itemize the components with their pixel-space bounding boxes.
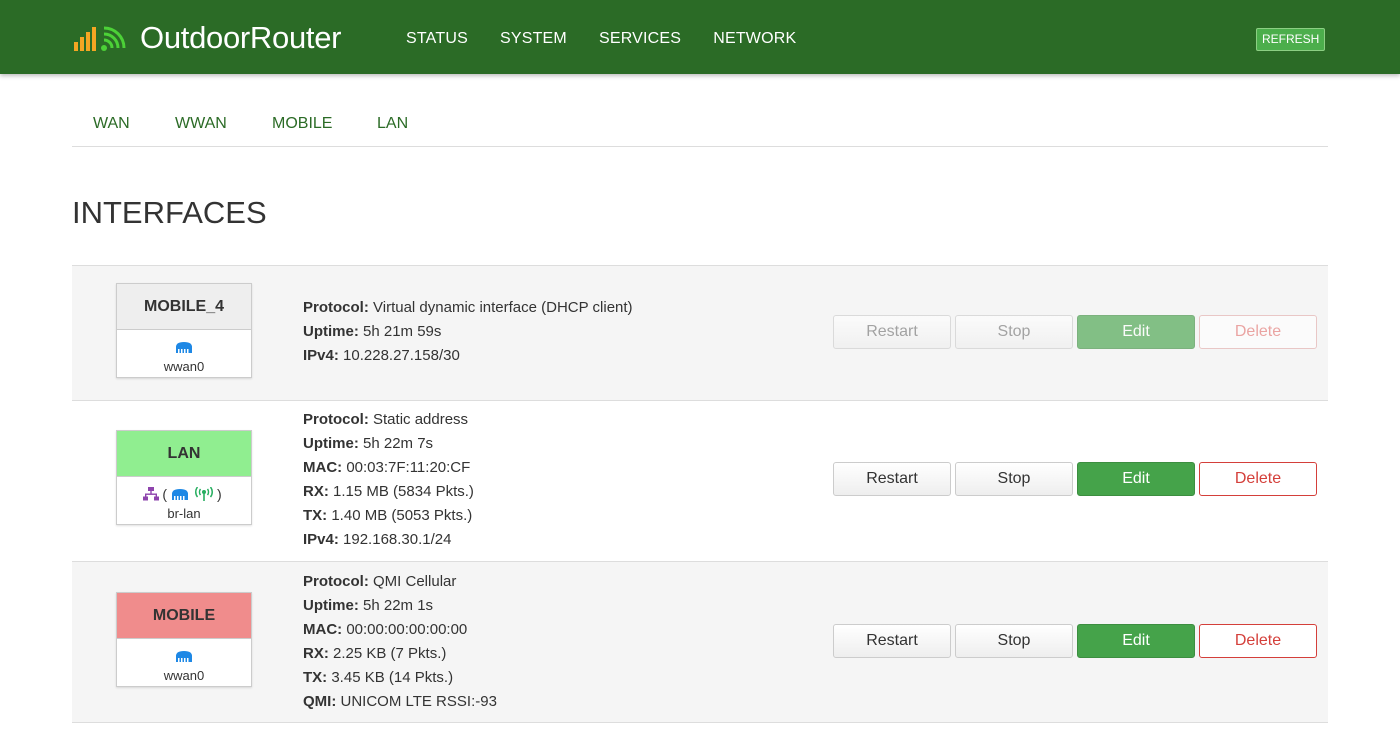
wifi-icon xyxy=(195,487,213,501)
info-line-protocol: Protocol: Static address xyxy=(303,411,469,428)
interface-info: Protocol: Virtual dynamic interface (DHC… xyxy=(303,296,633,368)
restart-button[interactable]: Restart xyxy=(833,624,951,658)
info-line-uptime: Uptime: 5h 21m 59s xyxy=(303,323,442,340)
ethernet-icon xyxy=(176,651,192,662)
top-navbar: OutdoorRouter STATUS SYSTEM SERVICES NET… xyxy=(0,0,1400,74)
stop-button[interactable]: Stop xyxy=(955,462,1073,496)
info-line-ipv4: IPv4: 192.168.30.1/24 xyxy=(303,531,452,548)
interface-device: wwan0 xyxy=(163,359,205,374)
info-line-rx: RX: 1.15 MB (5834 Pkts.) xyxy=(303,483,474,500)
edit-button[interactable]: Edit xyxy=(1077,315,1195,349)
interface-actions: Restart Stop Edit Delete xyxy=(833,624,1321,658)
page-title: INTERFACES xyxy=(72,195,267,230)
sub-nav-tabs: WAN WWAN MOBILE LAN xyxy=(72,108,1328,147)
interface-device: br-lan xyxy=(167,506,201,521)
edit-button[interactable]: Edit xyxy=(1077,624,1195,658)
brand[interactable]: OutdoorRouter xyxy=(72,18,341,58)
stop-button[interactable]: Stop xyxy=(955,315,1073,349)
interface-info: Protocol: QMI Cellular Uptime: 5h 22m 1s… xyxy=(303,570,497,714)
info-line-tx: TX: 3.45 KB (14 Pkts.) xyxy=(303,669,454,686)
info-line-protocol: Protocol: Virtual dynamic interface (DHC… xyxy=(303,299,633,316)
info-line-mac: MAC: 00:03:7F:11:20:CF xyxy=(303,459,471,476)
signal-wifi-logo-icon xyxy=(74,26,126,51)
bridge-close-paren: ) xyxy=(217,486,222,502)
bridge-open-paren: ( xyxy=(162,486,167,502)
info-line-qmi: QMI: UNICOM LTE RSSI:-93 xyxy=(303,693,497,710)
interface-actions: Restart Stop Edit Delete xyxy=(833,315,1321,349)
info-line-ipv4: IPv4: 10.228.27.158/30 xyxy=(303,347,460,364)
tab-wwan[interactable]: WWAN xyxy=(175,115,227,133)
interface-row-lan: LAN () br-lan Protocol: Static address … xyxy=(72,400,1328,561)
delete-button[interactable]: Delete xyxy=(1199,315,1317,349)
interface-badge: LAN () br-lan xyxy=(116,430,252,525)
tab-mobile[interactable]: MOBILE xyxy=(272,115,332,133)
nav-status[interactable]: STATUS xyxy=(406,30,468,48)
table-bottom-border xyxy=(72,722,1328,723)
interface-row-mobile: MOBILE wwan0 Protocol: QMI Cellular Upti… xyxy=(72,561,1328,722)
delete-button[interactable]: Delete xyxy=(1199,462,1317,496)
brand-name: OutdoorRouter xyxy=(140,20,342,55)
interface-name: MOBILE xyxy=(117,593,251,639)
stop-button[interactable]: Stop xyxy=(955,624,1073,658)
info-line-uptime: Uptime: 5h 22m 7s xyxy=(303,435,434,452)
interface-device: wwan0 xyxy=(163,668,205,683)
info-line-tx: TX: 1.40 MB (5053 Pkts.) xyxy=(303,507,473,524)
delete-button[interactable]: Delete xyxy=(1199,624,1317,658)
nav-network[interactable]: NETWORK xyxy=(713,30,796,48)
nav-system[interactable]: SYSTEM xyxy=(500,30,567,48)
interface-actions: Restart Stop Edit Delete xyxy=(833,462,1321,496)
restart-button[interactable]: Restart xyxy=(833,315,951,349)
interface-badge: MOBILE wwan0 xyxy=(116,592,252,687)
info-line-uptime: Uptime: 5h 22m 1s xyxy=(303,597,434,614)
interface-name: MOBILE_4 xyxy=(117,284,251,330)
tab-wan[interactable]: WAN xyxy=(93,115,130,133)
ethernet-icon xyxy=(172,489,188,500)
info-line-protocol: Protocol: QMI Cellular xyxy=(303,573,457,590)
interface-info: Protocol: Static address Uptime: 5h 22m … xyxy=(303,408,474,552)
info-line-rx: RX: 2.25 KB (7 Pkts.) xyxy=(303,645,447,662)
interface-badge: MOBILE_4 wwan0 xyxy=(116,283,252,378)
refresh-button[interactable]: REFRESH xyxy=(1256,28,1326,51)
edit-button[interactable]: Edit xyxy=(1077,462,1195,496)
interface-row-mobile-4: MOBILE_4 wwan0 Protocol: Virtual dynamic… xyxy=(72,265,1328,400)
interface-name: LAN xyxy=(117,431,251,477)
info-line-mac: MAC: 00:00:00:00:00:00 xyxy=(303,621,468,638)
restart-button[interactable]: Restart xyxy=(833,462,951,496)
switch-icon xyxy=(143,487,160,501)
ethernet-icon xyxy=(176,342,192,353)
main-nav: STATUS SYSTEM SERVICES NETWORK xyxy=(406,30,828,48)
tab-lan[interactable]: LAN xyxy=(377,115,408,133)
nav-services[interactable]: SERVICES xyxy=(599,30,681,48)
